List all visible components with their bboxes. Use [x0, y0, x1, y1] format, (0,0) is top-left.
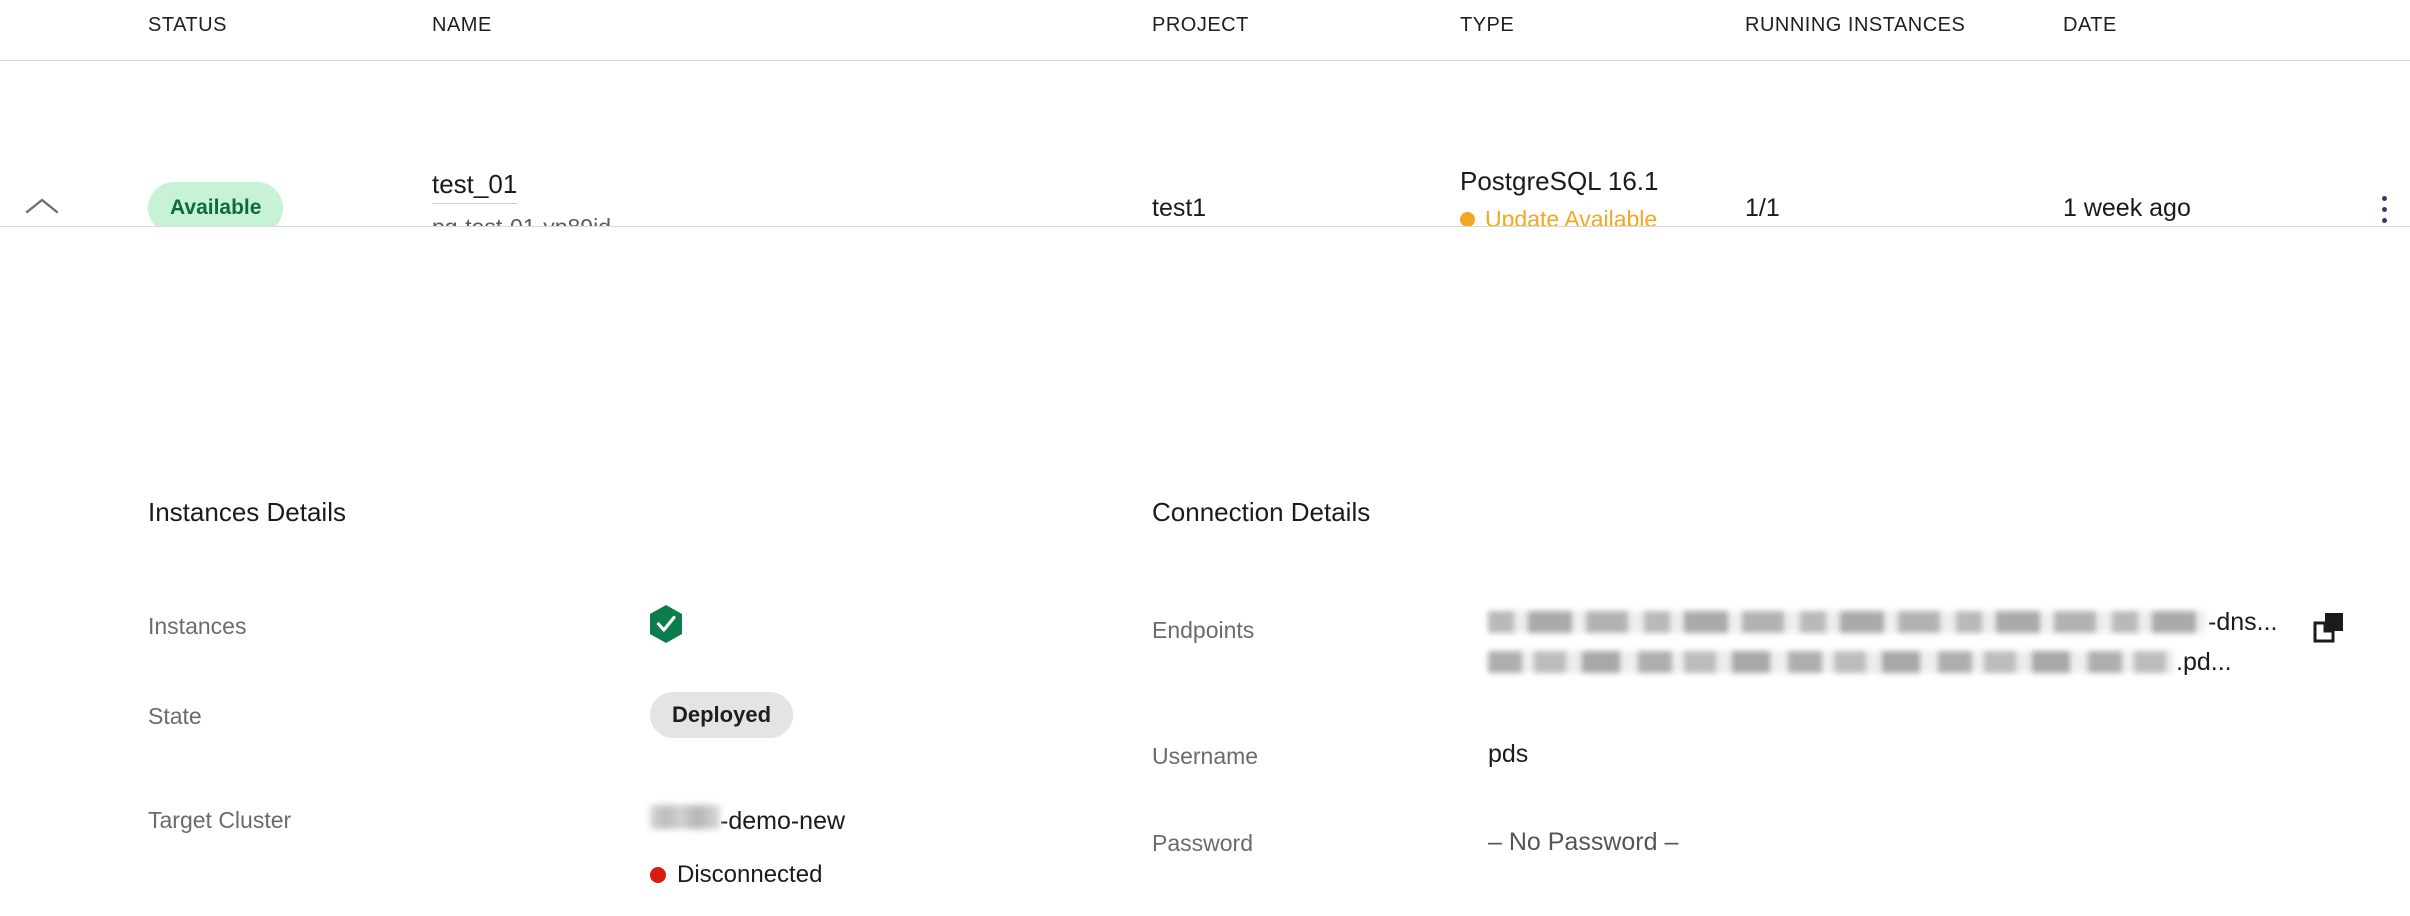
- endpoint-line: -dns...: [1488, 603, 2308, 641]
- target-cluster-label: Target Cluster: [148, 807, 292, 833]
- redacted-text-block: [1488, 651, 2174, 673]
- instances-details-title: Instances Details: [148, 497, 346, 527]
- table-header-row: STATUS NAME PROJECT TYPE RUNNING INSTANC…: [0, 0, 2410, 62]
- disconnected-dot-icon: [650, 867, 666, 883]
- kebab-menu-icon: [2381, 206, 2387, 212]
- type-value: PostgreSQL 16.1: [1460, 166, 1659, 196]
- instances-label: Instances: [148, 613, 247, 639]
- username-label: Username: [1152, 743, 1259, 769]
- target-cluster-value: -demo-new: [650, 805, 845, 836]
- kebab-menu-icon: [2381, 217, 2387, 223]
- project-value: test1: [1152, 194, 1207, 222]
- column-header-running-instances: RUNNING INSTANCES: [1745, 14, 1966, 36]
- connection-details-title: Connection Details: [1152, 497, 1371, 527]
- update-available-dot-icon: [1460, 212, 1475, 227]
- running-instances-value: 1/1: [1745, 194, 1780, 222]
- column-header-project: PROJECT: [1152, 14, 1249, 36]
- expanded-detail-panel: Instances Details Instances State Deploy…: [0, 227, 2410, 916]
- target-cluster-connection-status: Disconnected: [650, 861, 822, 889]
- chevron-up-icon: [25, 196, 59, 216]
- database-instance-row-panel: STATUS NAME PROJECT TYPE RUNNING INSTANC…: [0, 0, 2410, 916]
- endpoint-suffix: .pd...: [2176, 647, 2232, 676]
- state-pill: Deployed: [650, 692, 794, 738]
- disconnected-label: Disconnected: [677, 861, 823, 888]
- instances-healthy-icon: [648, 604, 684, 644]
- copy-icon: [2312, 613, 2346, 648]
- endpoint-line: .pd...: [1488, 643, 2308, 681]
- state-label: State: [148, 703, 202, 729]
- password-label: Password: [1152, 830, 1253, 856]
- header-divider: [0, 60, 2410, 61]
- instance-name-link[interactable]: test_01: [432, 166, 518, 204]
- table-row[interactable]: Available test_01 pg-test-01-yp89id test…: [0, 62, 2410, 245]
- endpoints-value: -dns... .pd...: [1488, 603, 2308, 681]
- column-header-name: NAME: [432, 14, 492, 36]
- password-value: – No Password –: [1488, 828, 1679, 856]
- column-header-date: DATE: [2063, 14, 2117, 36]
- date-value: 1 week ago: [2063, 194, 2191, 222]
- column-header-status: STATUS: [148, 14, 227, 36]
- target-cluster-suffix: -demo-new: [720, 807, 846, 835]
- collapse-row-button[interactable]: [18, 184, 66, 228]
- type-cell: PostgreSQL 16.1 Update Available: [1460, 162, 1659, 233]
- redacted-text-block: [650, 805, 720, 829]
- username-value: pds: [1488, 740, 1529, 768]
- column-header-type: TYPE: [1460, 14, 1515, 36]
- endpoint-suffix: -dns...: [2208, 607, 2278, 636]
- kebab-menu-icon: [2381, 195, 2387, 201]
- copy-endpoints-button[interactable]: [2312, 610, 2346, 644]
- endpoints-label: Endpoints: [1152, 617, 1255, 643]
- redacted-text-block: [1488, 611, 2206, 633]
